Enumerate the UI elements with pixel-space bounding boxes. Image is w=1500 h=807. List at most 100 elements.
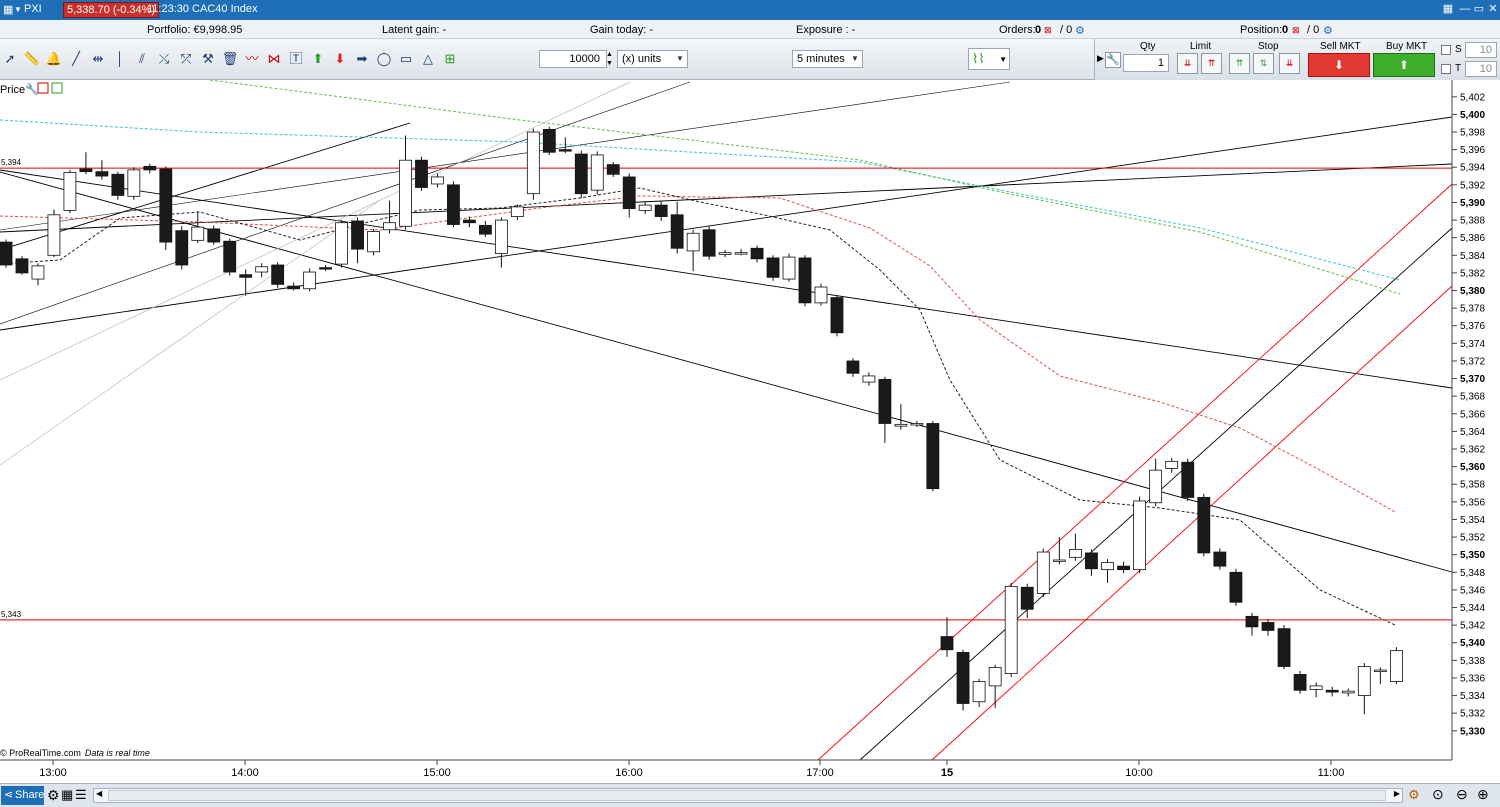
layout-icon[interactable]: ▦ bbox=[61, 787, 73, 803]
candle bbox=[95, 160, 109, 180]
limit-sell-button[interactable]: ⇊ bbox=[1177, 53, 1198, 74]
chart-style-button[interactable]: ⌇⌇ ▼ bbox=[968, 48, 1010, 70]
s-input[interactable]: 10 bbox=[1465, 42, 1497, 58]
latent-gain: Latent gain: - bbox=[382, 24, 447, 36]
channel-tool-icon[interactable]: ⫽ bbox=[132, 49, 152, 69]
candle-body-down bbox=[1245, 615, 1259, 628]
source-label: © ProRealTime.com bbox=[0, 748, 81, 758]
pointer-tool-icon[interactable]: ➚ bbox=[0, 49, 20, 69]
qty-input[interactable]: 1 bbox=[1123, 54, 1169, 72]
candle-body-up bbox=[894, 423, 908, 427]
text-tool-icon[interactable]: 🅃 bbox=[286, 49, 306, 69]
stop-trailing-button[interactable]: ⇅ bbox=[1253, 53, 1274, 74]
candle-body-down bbox=[1213, 551, 1227, 567]
price-panel-close-icon[interactable] bbox=[37, 82, 49, 94]
candle bbox=[1325, 686, 1339, 697]
share-button[interactable]: ⋖ Share bbox=[1, 786, 44, 805]
candle bbox=[606, 161, 620, 177]
x-tick-label: 15 bbox=[941, 767, 953, 779]
right-arrow-tool-icon[interactable]: ➡ bbox=[352, 49, 372, 69]
scroll-right-icon[interactable]: ▶ bbox=[1394, 789, 1400, 798]
candle bbox=[15, 256, 29, 275]
gain-today: Gain today: - bbox=[590, 24, 653, 36]
chart-scrollbar[interactable]: ◀ ▶ bbox=[93, 788, 1403, 803]
horizontal-level-label: 5,394 bbox=[1, 158, 22, 167]
t-input[interactable]: 10 bbox=[1465, 61, 1497, 77]
fan-tool-icon[interactable]: ⤯ bbox=[154, 49, 174, 69]
alert-bell-icon[interactable]: 🔔 bbox=[44, 49, 64, 69]
minimize-button[interactable]: — bbox=[1458, 3, 1472, 16]
fibonacci-tool-icon[interactable]: ⚒ bbox=[198, 49, 218, 69]
zoom-in-icon[interactable]: ⊕ bbox=[1477, 786, 1489, 803]
candle-body-up bbox=[1052, 559, 1066, 562]
y-tick-label: 5,394 bbox=[1460, 163, 1485, 174]
up-arrow-tool-icon[interactable]: ⬆ bbox=[308, 49, 328, 69]
candle bbox=[1390, 647, 1403, 685]
maximize-button[interactable]: ▭ bbox=[1472, 3, 1486, 16]
quantity-input[interactable]: 10000 bbox=[539, 50, 607, 68]
wrench-icon[interactable]: 🔧 bbox=[1105, 52, 1121, 68]
rectangle-tool-icon[interactable]: ▭ bbox=[396, 49, 416, 69]
delete-drawings-icon[interactable]: 🗑 bbox=[220, 49, 240, 69]
trendline-tool-icon[interactable]: ╱ bbox=[66, 49, 86, 69]
chevron-down-icon: ▼ bbox=[999, 55, 1007, 64]
candle bbox=[542, 126, 556, 155]
candle bbox=[1293, 670, 1307, 694]
collapse-arrow-icon[interactable]: ▶ bbox=[1097, 53, 1104, 64]
candle-body-down bbox=[940, 636, 954, 651]
buy-market-button[interactable]: ⬆ bbox=[1373, 53, 1435, 77]
sell-market-button[interactable]: ⬇ bbox=[1308, 53, 1370, 77]
stop-buy-button[interactable]: ⇈ bbox=[1229, 53, 1250, 74]
s-checkbox[interactable] bbox=[1441, 45, 1451, 55]
pattern-tool-icon[interactable]: ⋈ bbox=[264, 49, 284, 69]
wrench-icon[interactable]: 🔧 bbox=[25, 82, 39, 96]
timeframe-select[interactable]: 5 minutes ▼ bbox=[792, 50, 863, 68]
zoom-fit-icon[interactable]: ⊙ bbox=[1432, 786, 1444, 803]
gann-tool-icon[interactable]: ⤱ bbox=[176, 49, 196, 69]
candle-body-up bbox=[255, 266, 269, 273]
orders-settings-icon[interactable]: ⚙ bbox=[1075, 24, 1085, 37]
scroll-left-icon[interactable]: ◀ bbox=[96, 789, 102, 798]
candle-body-up bbox=[972, 681, 986, 703]
ruler-tool-icon[interactable]: 📏 bbox=[22, 49, 42, 69]
zoom-out-icon[interactable]: ⊖ bbox=[1456, 786, 1468, 803]
units-select[interactable]: (x) units ▼ bbox=[617, 50, 688, 68]
candle bbox=[1101, 559, 1114, 583]
candle-body-up bbox=[638, 204, 652, 211]
list-icon[interactable]: ☰ bbox=[75, 787, 87, 803]
zigzag-tool-icon[interactable]: 〰 bbox=[242, 49, 262, 69]
indicator-tool-icon[interactable]: ⊞ bbox=[440, 49, 460, 69]
vertical-line-tool-icon[interactable]: │ bbox=[110, 49, 130, 69]
price-panel-add-icon[interactable] bbox=[51, 82, 63, 94]
y-tick-label: 5,344 bbox=[1460, 603, 1485, 614]
share-icon: ⋖ bbox=[4, 789, 14, 801]
candle bbox=[972, 678, 986, 708]
t-checkbox[interactable] bbox=[1441, 64, 1451, 74]
position-settings-icon[interactable]: ⚙ bbox=[1323, 24, 1333, 37]
candle-body-down bbox=[558, 149, 572, 152]
orders-cancel-icon[interactable]: ⊠ bbox=[1044, 25, 1052, 36]
horizontal-level-label: 5,343 bbox=[1, 610, 22, 619]
stop-sell-button[interactable]: ⇊ bbox=[1279, 53, 1300, 74]
menu-label[interactable]: PXI bbox=[24, 3, 42, 15]
time-instrument-label: 11:23:30 CAC40 Index bbox=[147, 3, 258, 15]
close-button[interactable]: ✕ bbox=[1486, 3, 1500, 16]
horizontal-line-tool-icon[interactable]: ⇹ bbox=[88, 49, 108, 69]
chart-options-icon[interactable]: ⚙ bbox=[1408, 787, 1420, 803]
price-chart-canvas[interactable]: 5,394 5,343 5,402 5,400 5,398 5,396 5,394 5,39… bbox=[0, 80, 1500, 783]
grid-settings-icon[interactable]: ⚙ bbox=[47, 787, 60, 804]
position-cancel-icon[interactable]: ⊠ bbox=[1292, 25, 1300, 36]
quantity-stepper-icon[interactable]: ▲ ▼ bbox=[606, 50, 613, 68]
scrollbar-thumb[interactable] bbox=[108, 790, 1386, 801]
ellipse-tool-icon[interactable]: ◯ bbox=[374, 49, 394, 69]
grid-icon[interactable]: ▦ bbox=[3, 3, 13, 16]
chevron-down-icon[interactable]: ▼ bbox=[14, 5, 22, 14]
restore-layout-icon[interactable]: ▦ bbox=[1441, 3, 1455, 16]
limit-buy-button[interactable]: ⇈ bbox=[1201, 53, 1222, 74]
triangle-tool-icon[interactable]: △ bbox=[418, 49, 438, 69]
y-tick-label: 5,400 bbox=[1460, 110, 1485, 121]
candle-body-down bbox=[271, 264, 285, 285]
down-arrow-tool-icon[interactable]: ⬇ bbox=[330, 49, 350, 69]
candle bbox=[431, 173, 444, 188]
price-chart[interactable]: 5,394 5,343 5,402 5,400 5,398 5,396 5,394 5,39… bbox=[0, 80, 1500, 783]
